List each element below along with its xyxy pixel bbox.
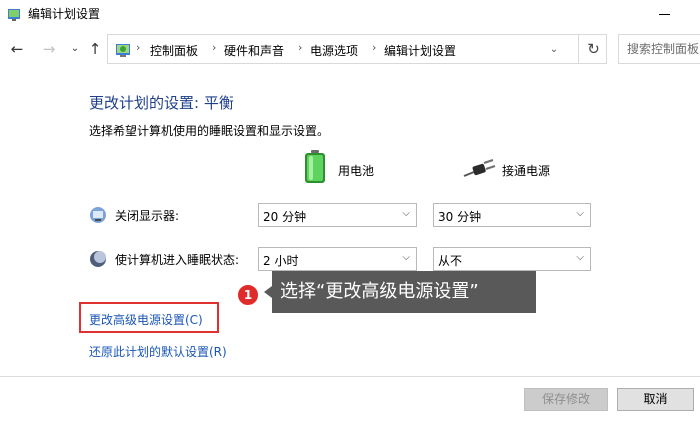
battery-icon (305, 150, 325, 183)
main-content: 更改计划的设置: 平衡 选择希望计算机使用的睡眠设置和显示设置。 用电池 接通电… (0, 70, 700, 376)
chevron-down-icon: ⌵ (576, 252, 584, 263)
chevron-down-icon: ⌵ (576, 208, 584, 219)
breadcrumb-separator-icon: › (212, 41, 217, 54)
breadcrumb-separator-icon: › (136, 41, 141, 54)
display-battery-value: 20 分钟 (263, 210, 307, 224)
chevron-down-icon: ⌵ (402, 208, 410, 219)
back-arrow-icon[interactable]: ← (8, 39, 26, 59)
power-options-icon (8, 9, 20, 21)
button-bar: 保存修改 取消 (0, 376, 700, 421)
save-changes-button[interactable]: 保存修改 (524, 388, 608, 411)
refresh-icon[interactable]: ↻ (578, 35, 608, 63)
breadcrumb-edit-plan[interactable]: 编辑计划设置 (384, 42, 456, 59)
breadcrumb-control-panel[interactable]: 控制面板 (150, 42, 198, 59)
search-input[interactable] (619, 35, 700, 63)
address-dropdown-chevron-icon[interactable]: ⌄ (544, 41, 564, 59)
up-arrow-icon[interactable]: ↑ (86, 39, 104, 59)
instruction-callout: 选择“更改高级电源设置” (264, 271, 536, 313)
page-title: 更改计划的设置: 平衡 (89, 94, 234, 112)
chevron-down-icon: ⌵ (402, 252, 410, 263)
plugged-column-header: 接通电源 (460, 150, 590, 186)
turn-off-display-label: 关闭显示器: (115, 209, 180, 223)
title-bar: 编辑计划设置 (0, 0, 700, 28)
minimize-button[interactable] (650, 2, 680, 26)
address-box[interactable]: › 控制面板 › 硬件和声音 › 电源选项 › 编辑计划设置 ⌄ ↻ (107, 34, 607, 64)
step-number-badge: 1 (236, 283, 260, 307)
window-title: 编辑计划设置 (28, 7, 101, 21)
battery-column-label: 用电池 (338, 164, 375, 178)
recent-locations-chevron-icon[interactable]: ⌄ (66, 39, 84, 59)
display-battery-select[interactable]: 20 分钟 ⌵ (258, 203, 417, 227)
search-box[interactable] (618, 34, 700, 64)
sleep-plugged-value: 从不 (438, 254, 463, 268)
display-icon (90, 207, 106, 223)
cancel-button[interactable]: 取消 (617, 388, 694, 411)
breadcrumb-separator-icon: › (372, 41, 377, 54)
sleep-row: 使计算机进入睡眠状态: (89, 246, 259, 272)
plugged-column-label: 接通电源 (502, 164, 551, 178)
sleep-plugged-select[interactable]: 从不 ⌵ (433, 247, 591, 271)
sleep-label: 使计算机进入睡眠状态: (115, 253, 240, 267)
breadcrumb-hardware-sound[interactable]: 硬件和声音 (224, 42, 284, 59)
breadcrumb-separator-icon: › (298, 41, 303, 54)
power-plug-icon (463, 159, 496, 177)
breadcrumb-power-options[interactable]: 电源选项 (310, 42, 358, 59)
sleep-moon-icon (90, 251, 106, 267)
display-plugged-select[interactable]: 30 分钟 ⌵ (433, 203, 591, 227)
control-panel-icon (116, 44, 130, 57)
turn-off-display-row: 关闭显示器: (89, 202, 259, 228)
address-bar: ← → ⌄ ↑ › 控制面板 › 硬件和声音 › 电源选项 › 编辑计划设置 ⌄… (0, 30, 700, 68)
restore-default-settings-link[interactable]: 还原此计划的默认设置(R) (89, 343, 227, 360)
battery-column-header: 用电池 (300, 150, 420, 186)
page-subtitle: 选择希望计算机使用的睡眠设置和显示设置。 (89, 124, 330, 138)
forward-arrow-icon[interactable]: → (40, 39, 58, 59)
display-plugged-value: 30 分钟 (438, 210, 482, 224)
change-advanced-power-settings-link[interactable]: 更改高级电源设置(C) (89, 311, 203, 328)
sleep-battery-select[interactable]: 2 小时 ⌵ (258, 247, 417, 271)
sleep-battery-value: 2 小时 (263, 254, 299, 268)
